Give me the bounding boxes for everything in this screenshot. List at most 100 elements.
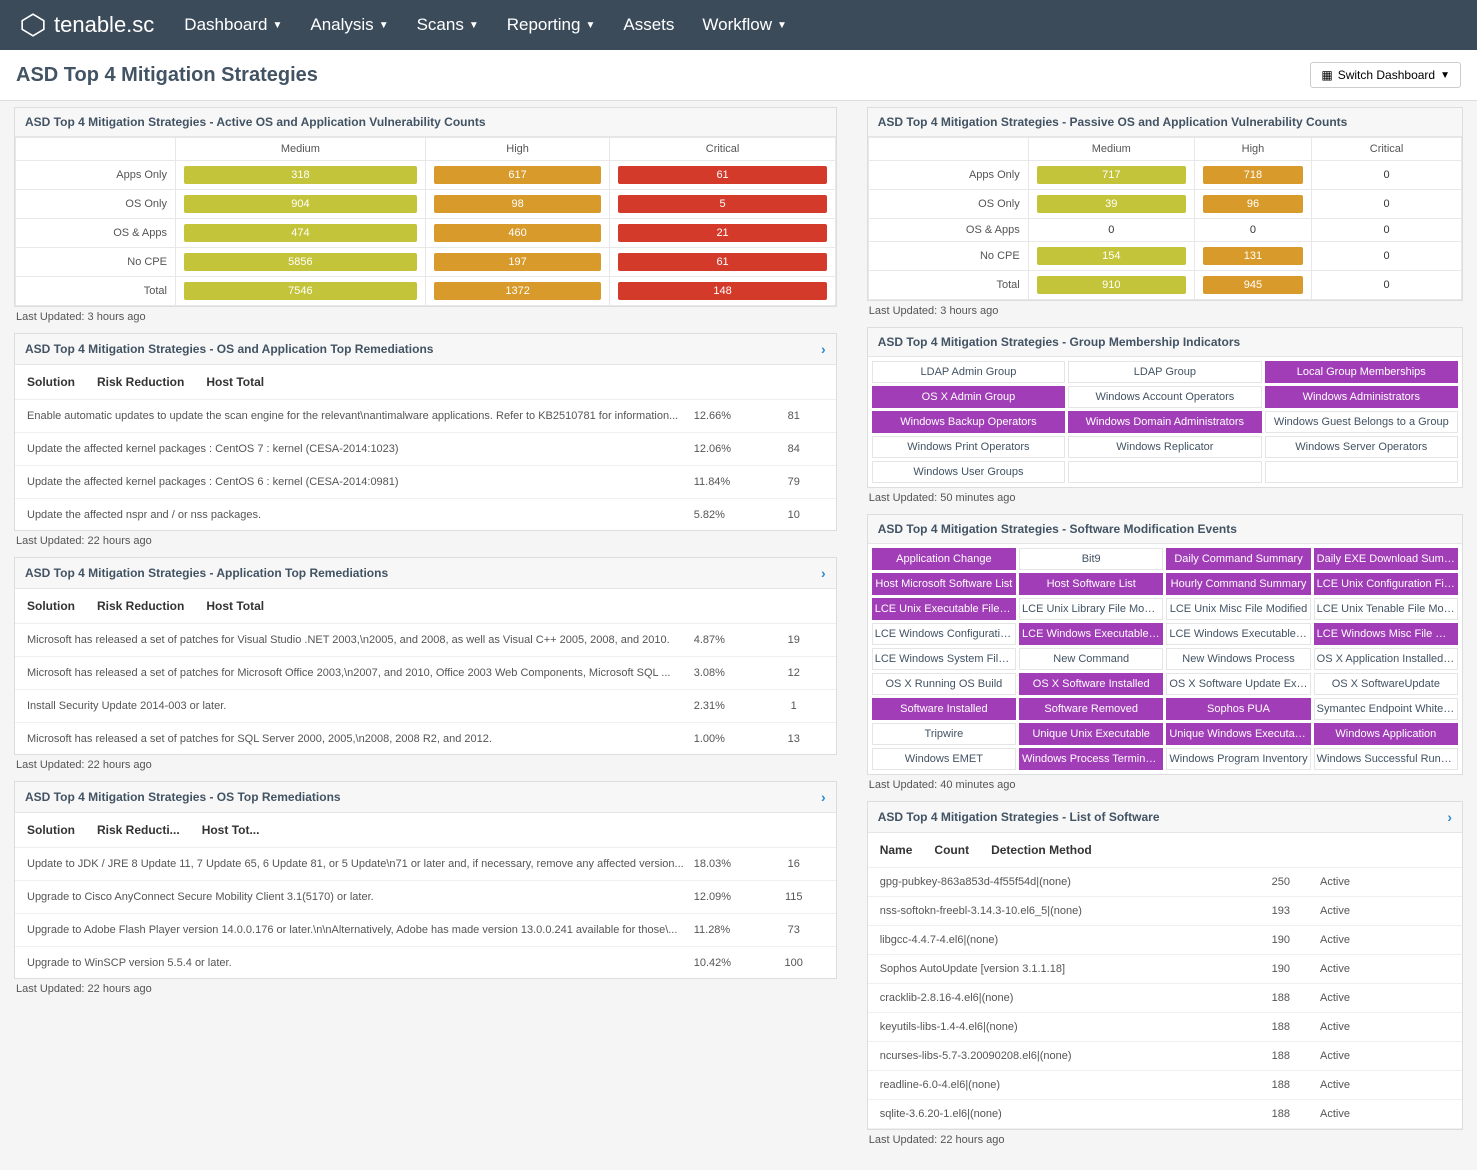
software-row[interactable]: ncurses-libs-5.7-3.20090208.el6|(none)18… [868, 1042, 1462, 1071]
vuln-bar[interactable]: 148 [618, 282, 826, 300]
chevron-right-icon[interactable]: › [821, 565, 826, 581]
vuln-bar[interactable]: 96 [1203, 195, 1303, 213]
indicator-chip[interactable]: New Command [1019, 648, 1163, 670]
vuln-bar[interactable]: 904 [184, 195, 417, 213]
indicator-chip[interactable]: Software Installed [872, 698, 1016, 720]
indicator-chip[interactable]: Windows Program Inventory [1166, 748, 1310, 770]
vuln-bar[interactable]: 1372 [434, 282, 602, 300]
vuln-bar[interactable]: 717 [1037, 166, 1186, 184]
indicator-chip[interactable]: Host Microsoft Software List [872, 573, 1016, 595]
indicator-chip[interactable]: Sophos PUA [1166, 698, 1310, 720]
indicator-chip[interactable]: Symantec Endpoint Whitelist Update [1314, 698, 1458, 720]
indicator-chip[interactable]: Windows Print Operators [872, 436, 1065, 458]
indicator-chip[interactable]: Windows Successful RunAs Command [1314, 748, 1458, 770]
indicator-chip[interactable]: LCE Unix Tenable File Modified [1314, 598, 1458, 620]
indicator-chip[interactable]: Windows Administrators [1265, 386, 1458, 408]
vuln-bar[interactable]: 5856 [184, 253, 417, 271]
chevron-right-icon[interactable]: › [821, 341, 826, 357]
remediation-row[interactable]: Update the affected kernel packages : Ce… [15, 466, 836, 499]
indicator-chip[interactable]: Application Change [872, 548, 1016, 570]
indicator-chip[interactable]: Windows Replicator [1068, 436, 1261, 458]
col-header[interactable]: Detection Method [991, 843, 1092, 857]
remediation-row[interactable]: Upgrade to Adobe Flash Player version 14… [15, 914, 836, 947]
indicator-chip[interactable]: LCE Windows System File Modified [872, 648, 1016, 670]
indicator-chip[interactable]: OS X Software Installed [1019, 673, 1163, 695]
software-row[interactable]: sqlite-3.6.20-1.el6|(none)188Active [868, 1100, 1462, 1129]
indicator-chip[interactable]: OS X Admin Group [872, 386, 1065, 408]
indicator-chip[interactable]: Windows Application [1314, 723, 1458, 745]
remediation-row[interactable]: Enable automatic updates to update the s… [15, 400, 836, 433]
nav-scans[interactable]: Scans▼ [417, 15, 479, 35]
indicator-chip[interactable]: LCE Unix Configuration File Modified [1314, 573, 1458, 595]
indicator-chip[interactable]: LCE Windows Misc File Modified [1314, 623, 1458, 645]
indicator-chip[interactable]: LCE Unix Library File Modified [1019, 598, 1163, 620]
vuln-bar[interactable]: 945 [1203, 276, 1303, 294]
indicator-chip[interactable]: Windows Server Operators [1265, 436, 1458, 458]
remediation-row[interactable]: Microsoft has released a set of patches … [15, 624, 836, 657]
nav-analysis[interactable]: Analysis▼ [310, 15, 388, 35]
col-header[interactable]: Solution [27, 823, 75, 837]
nav-workflow[interactable]: Workflow▼ [702, 15, 787, 35]
chevron-right-icon[interactable]: › [821, 789, 826, 805]
indicator-chip[interactable]: LCE Windows Executable File Modified [1019, 623, 1163, 645]
col-header[interactable]: Risk Reducti... [97, 823, 180, 837]
indicator-chip[interactable]: Windows Process Terminated [1019, 748, 1163, 770]
software-row[interactable]: libgcc-4.4.7-4.el6|(none)190Active [868, 926, 1462, 955]
col-header[interactable]: Risk Reduction [97, 375, 184, 389]
vuln-bar[interactable]: 318 [184, 166, 417, 184]
indicator-chip[interactable]: Daily Command Summary [1166, 548, 1310, 570]
indicator-chip[interactable]: Windows Account Operators [1068, 386, 1261, 408]
indicator-chip[interactable]: Unique Unix Executable [1019, 723, 1163, 745]
indicator-chip[interactable]: LCE Unix Executable File Modified [872, 598, 1016, 620]
vuln-bar[interactable]: 61 [618, 253, 826, 271]
remediation-row[interactable]: Update to JDK / JRE 8 Update 11, 7 Updat… [15, 848, 836, 881]
indicator-chip[interactable]: Bit9 [1019, 548, 1163, 570]
col-header[interactable]: Risk Reduction [97, 599, 184, 613]
indicator-chip[interactable]: OS X Application Installed From Remote [1314, 648, 1458, 670]
indicator-chip[interactable]: LDAP Group [1068, 361, 1261, 383]
remediation-row[interactable]: Update the affected kernel packages : Ce… [15, 433, 836, 466]
vuln-bar[interactable]: 131 [1203, 247, 1303, 265]
col-header[interactable]: Solution [27, 599, 75, 613]
vuln-bar[interactable]: 7546 [184, 282, 417, 300]
nav-dashboard[interactable]: Dashboard▼ [184, 15, 282, 35]
indicator-chip[interactable]: Tripwire [872, 723, 1016, 745]
col-header[interactable]: Name [880, 843, 913, 857]
software-row[interactable]: keyutils-libs-1.4-4.el6|(none)188Active [868, 1013, 1462, 1042]
col-header[interactable]: Count [934, 843, 969, 857]
software-row[interactable]: nss-softokn-freebl-3.14.3-10.el6_5|(none… [868, 897, 1462, 926]
logo[interactable]: tenable.sc [20, 12, 154, 38]
software-row[interactable]: gpg-pubkey-863a853d-4f55f54d|(none)250Ac… [868, 868, 1462, 897]
indicator-chip[interactable]: Host Software List [1019, 573, 1163, 595]
col-header[interactable]: Host Total [206, 375, 264, 389]
remediation-row[interactable]: Upgrade to Cisco AnyConnect Secure Mobil… [15, 881, 836, 914]
nav-assets[interactable]: Assets [623, 15, 674, 35]
indicator-chip[interactable]: LDAP Admin Group [872, 361, 1065, 383]
indicator-chip[interactable]: LCE Unix Misc File Modified [1166, 598, 1310, 620]
indicator-chip[interactable]: New Windows Process [1166, 648, 1310, 670]
col-header[interactable]: Solution [27, 375, 75, 389]
switch-dashboard-button[interactable]: ▦ Switch Dashboard ▼ [1310, 62, 1461, 88]
indicator-chip[interactable]: Windows Domain Administrators [1068, 411, 1261, 433]
indicator-chip[interactable]: Windows Backup Operators [872, 411, 1065, 433]
indicator-chip[interactable]: Unique Windows Executable [1166, 723, 1310, 745]
vuln-bar[interactable]: 61 [618, 166, 826, 184]
indicator-chip[interactable]: Daily EXE Download Summary [1314, 548, 1458, 570]
chevron-right-icon[interactable]: › [1447, 809, 1452, 825]
remediation-row[interactable]: Upgrade to WinSCP version 5.5.4 or later… [15, 947, 836, 978]
indicator-chip[interactable] [1068, 461, 1261, 483]
indicator-chip[interactable]: LCE Windows Executable Modified [1166, 623, 1310, 645]
indicator-chip[interactable]: OS X Running OS Build [872, 673, 1016, 695]
indicator-chip[interactable]: Windows User Groups [872, 461, 1065, 483]
indicator-chip[interactable]: Local Group Memberships [1265, 361, 1458, 383]
vuln-bar[interactable]: 474 [184, 224, 417, 242]
remediation-row[interactable]: Install Security Update 2014-003 or late… [15, 690, 836, 723]
indicator-chip[interactable]: Windows EMET [872, 748, 1016, 770]
indicator-chip[interactable]: Hourly Command Summary [1166, 573, 1310, 595]
vuln-bar[interactable]: 21 [618, 224, 826, 242]
remediation-row[interactable]: Update the affected nspr and / or nss pa… [15, 499, 836, 530]
vuln-bar[interactable]: 718 [1203, 166, 1303, 184]
indicator-chip[interactable]: OS X Software Update Exited [1166, 673, 1310, 695]
col-header[interactable]: Host Tot... [202, 823, 260, 837]
remediation-row[interactable]: Microsoft has released a set of patches … [15, 657, 836, 690]
